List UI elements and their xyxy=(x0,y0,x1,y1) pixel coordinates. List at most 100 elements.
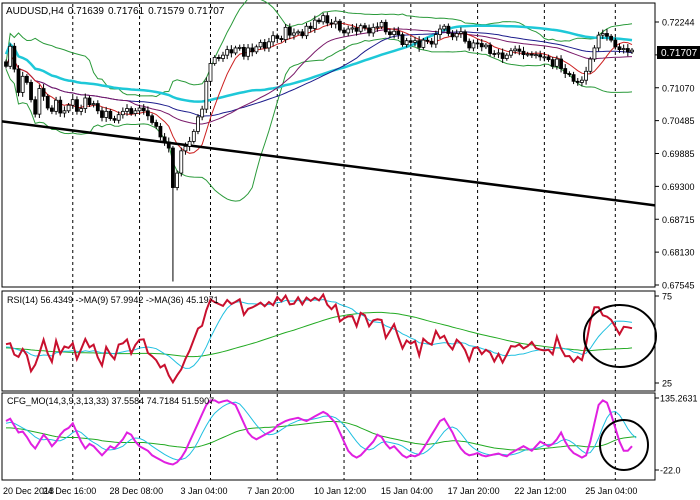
candle-body xyxy=(479,43,484,48)
candle-body xyxy=(8,45,13,67)
ohlc-open: 0.71639 xyxy=(68,6,105,17)
candle-body xyxy=(221,54,225,59)
candle-body xyxy=(463,31,467,42)
ohlc-close: 0.71707 xyxy=(188,6,225,17)
candle-body xyxy=(458,31,463,34)
candle-body xyxy=(400,34,405,46)
candle-body xyxy=(50,107,54,112)
candle-body xyxy=(375,26,380,29)
candle-body xyxy=(83,97,88,109)
candle-body xyxy=(567,73,572,76)
rsi-tick-label: 75 xyxy=(662,292,672,302)
candle-body xyxy=(304,25,309,37)
candle-body xyxy=(200,108,205,118)
candle-body xyxy=(517,48,522,52)
candle-body xyxy=(529,53,534,56)
candle-body xyxy=(79,108,84,112)
cfg-label: CFG_MO(14,3,9,3,13,33) 37.5584 74.7184 5… xyxy=(7,396,214,406)
candle-body xyxy=(62,110,67,114)
candle-body xyxy=(571,74,576,82)
candle-body xyxy=(58,99,63,114)
ohlc-high: 0.71761 xyxy=(108,6,145,17)
candle-body xyxy=(133,110,138,114)
candle-body xyxy=(609,35,614,41)
candle-body xyxy=(37,88,42,115)
candle-body xyxy=(513,48,518,52)
candle-body xyxy=(584,70,588,81)
candle-body xyxy=(229,49,234,54)
candle-body xyxy=(16,68,21,93)
candle-body xyxy=(575,80,580,83)
candle-body xyxy=(258,41,263,48)
price-tick-label: 0.70485 xyxy=(662,116,695,126)
candle-body xyxy=(33,99,38,115)
candle-body xyxy=(534,54,538,57)
candle-body xyxy=(596,34,601,49)
candle-body xyxy=(559,58,563,69)
candle-body xyxy=(492,53,497,55)
candle-body xyxy=(141,107,146,112)
candle-body xyxy=(358,25,363,32)
candle-body xyxy=(433,34,438,45)
candle-body xyxy=(300,31,305,37)
trading-chart[interactable]: 0.72244 0.71070 0.70485 0.69885 0.69300 0.687… xyxy=(0,0,700,500)
candle-body xyxy=(580,79,584,83)
rsi-label: RSI(14) 56.4349 ->MA(9) 57.9942 ->MA(36)… xyxy=(7,295,219,305)
candle-body xyxy=(325,15,330,24)
candle-body xyxy=(216,56,221,59)
candle-body xyxy=(54,99,58,112)
candle-body xyxy=(538,54,543,58)
candle-body xyxy=(246,47,250,57)
candle-body xyxy=(66,104,71,112)
chart-header: AUDUSD,H4 0.71639 0.71761 0.71579 0.71707 xyxy=(6,6,225,17)
candle-body xyxy=(254,46,259,53)
candle-body xyxy=(108,110,113,119)
candle-body xyxy=(4,61,8,67)
candle-body xyxy=(542,56,547,59)
candle-body xyxy=(504,54,509,59)
candle-body xyxy=(212,56,217,64)
candle-body xyxy=(100,110,104,118)
candle-body xyxy=(275,35,280,39)
candle-body xyxy=(333,20,338,25)
candle-body xyxy=(592,47,597,60)
candle-body xyxy=(162,136,167,143)
candle-body xyxy=(75,99,79,112)
candle-body xyxy=(271,35,275,43)
candle-body xyxy=(262,41,267,49)
candle-body xyxy=(312,19,317,29)
time-tick-label: 10 Jan 12:00 xyxy=(314,486,366,496)
candle-body xyxy=(488,44,493,54)
candle-body xyxy=(371,26,376,34)
candle-body xyxy=(279,38,284,40)
price-tick-label: 0.68130 xyxy=(662,248,695,258)
candle-body xyxy=(112,118,117,121)
candle-body xyxy=(250,47,255,53)
candle-body xyxy=(383,21,388,33)
candle-body xyxy=(546,56,551,61)
price-tick-label: 0.71070 xyxy=(662,83,695,93)
candle-body xyxy=(408,40,413,43)
candle-body xyxy=(379,21,384,28)
candle-body xyxy=(404,40,409,46)
candle-body xyxy=(308,25,313,29)
candle-body xyxy=(95,103,100,112)
candle-body xyxy=(605,33,609,37)
candle-body xyxy=(392,30,397,35)
candle-body xyxy=(471,42,476,49)
current-price-label: 0.71707 xyxy=(661,48,698,59)
candle-body xyxy=(287,26,292,36)
price-tick-label: 0.68715 xyxy=(662,215,695,225)
candle-body xyxy=(484,44,488,48)
candle-body xyxy=(346,28,351,34)
candle-body xyxy=(429,40,434,45)
candle-body xyxy=(24,75,29,83)
candle-body xyxy=(321,15,326,23)
time-tick-label: 22 Jan 12:00 xyxy=(514,486,566,496)
candle-body xyxy=(421,39,426,48)
candle-body xyxy=(171,147,175,188)
candle-body xyxy=(196,116,200,132)
candle-body xyxy=(363,25,367,29)
candle-body xyxy=(630,49,634,53)
candle-body xyxy=(521,50,526,56)
